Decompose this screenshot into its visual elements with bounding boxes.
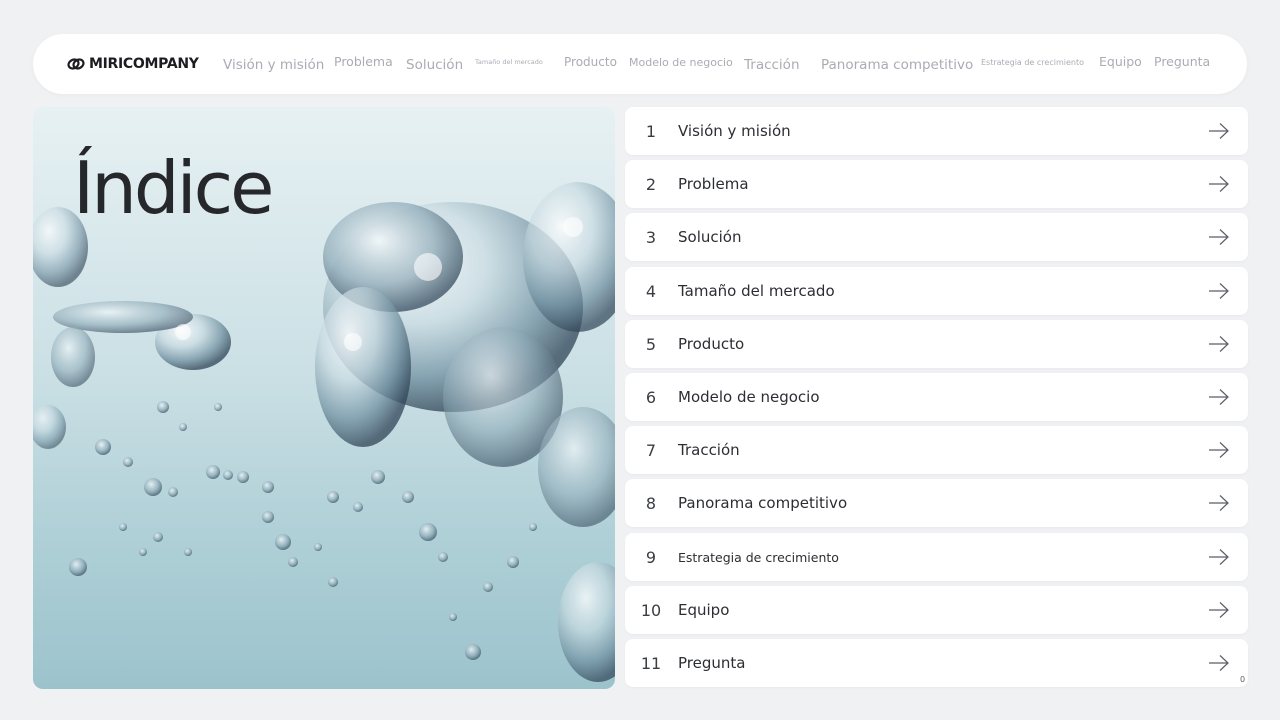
arrow-right-icon[interactable] [1208,601,1230,619]
toc-label: Pregunta [678,654,746,672]
toc-number: 6 [645,387,657,407]
toc-item-1[interactable]: 1 Visión y misión [625,107,1248,155]
arrow-right-icon[interactable] [1208,494,1230,512]
toc-label: Estrategia de crecimiento [678,549,839,565]
toc-number: 3 [645,227,657,247]
link-logo-icon [67,58,85,70]
nav-item-traccion[interactable]: Tracción [744,58,800,73]
nav-item-mercado[interactable]: Tamaño del mercado [475,59,543,66]
nav-item-producto[interactable]: Producto [564,56,617,68]
hero-panel: Índice [33,107,615,689]
toc-number: 5 [645,334,657,354]
toc-number: 9 [645,547,657,567]
toc-item-6[interactable]: 6 Modelo de negocio [625,373,1248,421]
nav-item-panorama[interactable]: Panorama competitivo [821,58,973,73]
nav-item-pregunta[interactable]: Pregunta [1154,55,1210,69]
arrow-right-icon[interactable] [1208,388,1230,406]
toc-item-9[interactable]: 9 Estrategia de crecimiento [625,533,1248,581]
arrow-right-icon[interactable] [1208,122,1230,140]
toc-label: Equipo [678,601,730,619]
arrow-right-icon[interactable] [1208,548,1230,566]
toc-item-3[interactable]: 3 Solución [625,213,1248,261]
toc-label: Solución [678,228,742,246]
arrow-right-icon[interactable] [1208,335,1230,353]
toc-item-10[interactable]: 10 Equipo [625,586,1248,634]
toc-item-8[interactable]: 8 Panorama competitivo [625,479,1248,527]
toc-label: Tamaño del mercado [678,282,835,300]
nav-item-solucion[interactable]: Solución [406,58,463,73]
toc-label: Tracción [678,441,740,459]
arrow-right-icon[interactable] [1208,654,1230,672]
toc-label: Producto [678,335,745,353]
toc-item-4[interactable]: 4 Tamaño del mercado [625,267,1248,315]
toc-label: Panorama competitivo [678,494,848,512]
top-nav-bar: MIRICOMPANY Visión y misión Problema Sol… [33,34,1247,94]
arrow-right-icon[interactable] [1208,282,1230,300]
nav-item-equipo[interactable]: Equipo [1099,55,1142,69]
brand-logo[interactable]: MIRICOMPANY [67,55,199,73]
arrow-right-icon[interactable] [1208,228,1230,246]
toc-number: 4 [645,281,657,301]
arrow-right-icon[interactable] [1208,441,1230,459]
arrow-right-icon[interactable] [1208,175,1230,193]
toc-number: 8 [645,493,657,513]
toc-item-7[interactable]: 7 Tracción [625,426,1248,474]
toc-label: Visión y misión [678,122,791,140]
page-title: Índice [73,146,274,230]
toc-number: 11 [640,653,662,673]
nav-item-modelo[interactable]: Modelo de negocio [629,57,733,68]
toc-number: 10 [640,600,662,620]
toc-number: 2 [645,174,657,194]
page-number: 0 [1240,675,1246,684]
nav-item-estrategia[interactable]: Estrategia de crecimiento [981,59,1084,67]
toc-number: 1 [645,121,657,141]
toc-item-11[interactable]: 11 Pregunta [625,639,1248,687]
toc-number: 7 [645,440,657,460]
brand-name: MIRICOMPANY [89,56,199,72]
toc-item-5[interactable]: 5 Producto [625,320,1248,368]
toc-item-2[interactable]: 2 Problema [625,160,1248,208]
toc-label: Modelo de negocio [678,388,820,406]
toc-label: Problema [678,175,749,193]
nav-item-vision[interactable]: Visión y misión [223,58,324,73]
nav-item-problema[interactable]: Problema [334,55,393,69]
